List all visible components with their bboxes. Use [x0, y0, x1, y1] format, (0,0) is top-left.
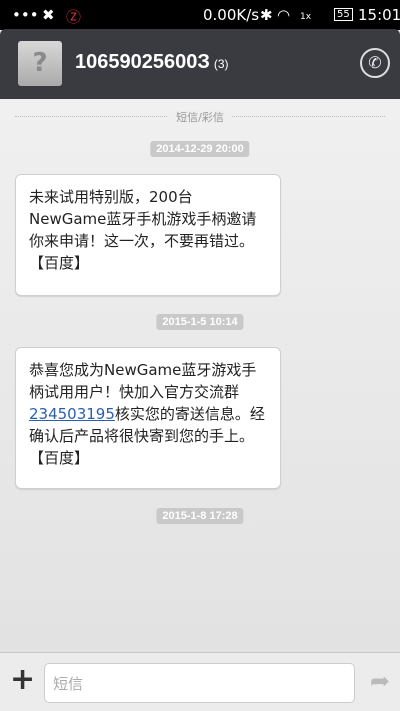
message-type-divider: 短信/彩信	[15, 109, 385, 124]
contact-number: 10659025600З	[75, 51, 210, 73]
signal-icon: 1x	[300, 12, 312, 22]
timestamp: 2015-1-8 17:28	[156, 508, 244, 524]
message-input[interactable]: 短信	[44, 663, 355, 703]
conversation-header: ? 10659025600З (3) ✆	[0, 29, 400, 99]
contact-title: 10659025600З (3)	[75, 51, 229, 74]
battery-icon: 55	[334, 8, 353, 21]
phone-icon: ✆	[368, 53, 382, 72]
composer: + 短信 ➦	[0, 652, 400, 711]
timestamp: 2014-12-29 20:00	[150, 141, 250, 157]
usb-icon: ✖	[42, 6, 55, 24]
send-button[interactable]: ➦	[370, 667, 390, 695]
message-bubble[interactable]: 恭喜您成为NewGame蓝牙游戏手柄试用用户！快加入官方交流群234503195…	[15, 347, 281, 489]
call-button[interactable]: ✆	[360, 48, 390, 78]
message-count: (3)	[213, 57, 229, 71]
message-bubble[interactable]: 未来试用特别版，200台NewGame蓝牙手机游戏手柄邀请你来申请！这一次，不要…	[15, 174, 281, 296]
network-speed: 0.00K/s	[203, 6, 260, 24]
status-bar: ••• ✖ Ⓩ 0.00K/s ✱ ◠ 1x 55 15:01	[0, 0, 400, 30]
timestamp: 2015-1-5 10:14	[156, 314, 244, 330]
message-list: 短信/彩信 2014-12-29 20:00 未来试用特别版，200台NewGa…	[0, 99, 400, 652]
app-notification-icon: Ⓩ	[66, 8, 82, 26]
contact-avatar[interactable]: ?	[18, 41, 62, 86]
clock: 15:01	[358, 6, 400, 24]
wifi-icon: ◠	[277, 6, 291, 24]
send-arrow-icon: ➦	[369, 667, 390, 695]
group-number-link[interactable]: 234503195	[29, 405, 115, 423]
add-attachment-button[interactable]: +	[10, 665, 35, 695]
bluetooth-icon: ✱	[260, 6, 273, 24]
more-icon: •••	[12, 6, 39, 24]
